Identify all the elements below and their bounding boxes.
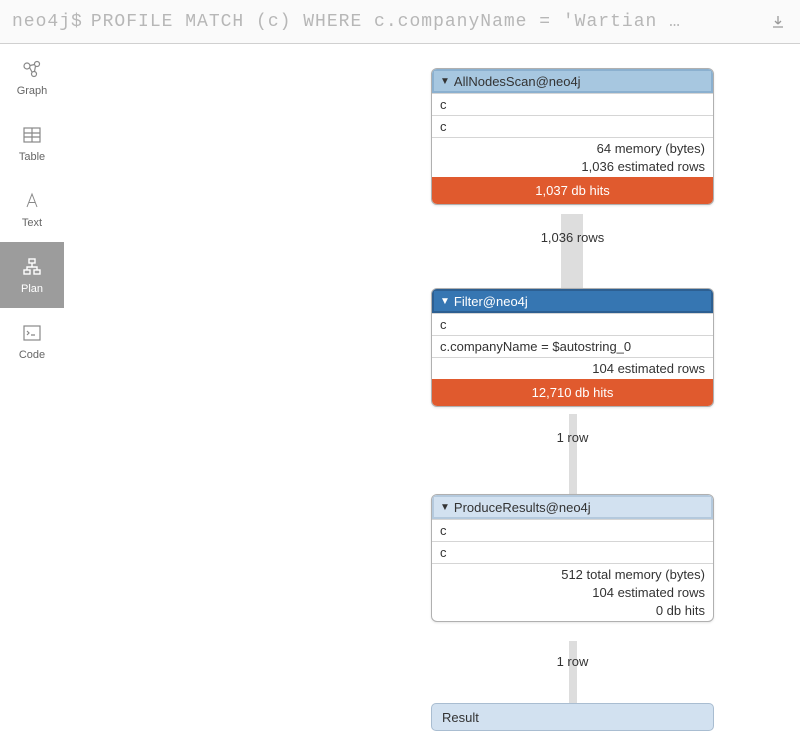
sidebar-item-graph[interactable]: Graph [0,44,64,110]
plan-node-filter[interactable]: ▼Filter@neo4j c c.companyName = $autostr… [431,288,714,407]
node-row: c [432,93,713,115]
node-row: c [432,313,713,335]
flow-label: 1 row [431,430,714,445]
flow-label: 1,036 rows [431,230,714,245]
node-header: ▼AllNodesScan@neo4j [432,69,713,93]
node-row: c [432,519,713,541]
node-dbhits: 1,037 db hits [432,177,713,204]
node-stat: 1,036 estimated rows [432,155,713,177]
sidebar-item-label: Graph [17,85,48,97]
collapse-icon[interactable]: ▼ [440,502,450,513]
node-row: c [432,115,713,137]
plan-node-produceresults[interactable]: ▼ProduceResults@neo4j c c 512 total memo… [431,494,714,622]
node-header: ▼ProduceResults@neo4j [432,495,713,519]
collapse-icon[interactable]: ▼ [440,76,450,87]
connector [569,414,577,494]
node-stat: 0 db hits [432,599,713,621]
sidebar-item-label: Code [19,349,45,361]
sidebar: Graph Table Text Plan Code [0,44,64,746]
graph-icon [20,57,44,81]
collapse-icon[interactable]: ▼ [440,296,450,307]
query-bar: neo4j$ PROFILE MATCH (c) WHERE c.company… [0,0,800,44]
sidebar-item-text[interactable]: Text [0,176,64,242]
code-icon [20,321,44,345]
node-stat: 104 estimated rows [432,357,713,379]
sidebar-item-table[interactable]: Table [0,110,64,176]
plan-node-allnodesscan[interactable]: ▼AllNodesScan@neo4j c c 64 memory (bytes… [431,68,714,205]
query-text[interactable]: PROFILE MATCH (c) WHERE c.companyName = … [91,12,758,32]
table-icon [20,123,44,147]
node-row: c [432,541,713,563]
node-header: ▼Filter@neo4j [432,289,713,313]
plan-result[interactable]: Result [431,703,714,731]
sidebar-item-label: Text [22,217,42,229]
prompt: neo4j$ [12,12,83,32]
node-row: c.companyName = $autostring_0 [432,335,713,357]
sidebar-item-label: Table [19,151,45,163]
sidebar-item-plan[interactable]: Plan [0,242,64,308]
connector [569,641,577,703]
connector [561,214,583,288]
sidebar-item-label: Plan [21,283,43,295]
sidebar-item-code[interactable]: Code [0,308,64,374]
node-dbhits: 12,710 db hits [432,379,713,406]
flow-label: 1 row [431,654,714,669]
plan-canvas[interactable]: ▼AllNodesScan@neo4j c c 64 memory (bytes… [64,44,800,746]
plan-icon [20,255,44,279]
download-icon[interactable] [768,12,788,32]
text-icon [20,189,44,213]
